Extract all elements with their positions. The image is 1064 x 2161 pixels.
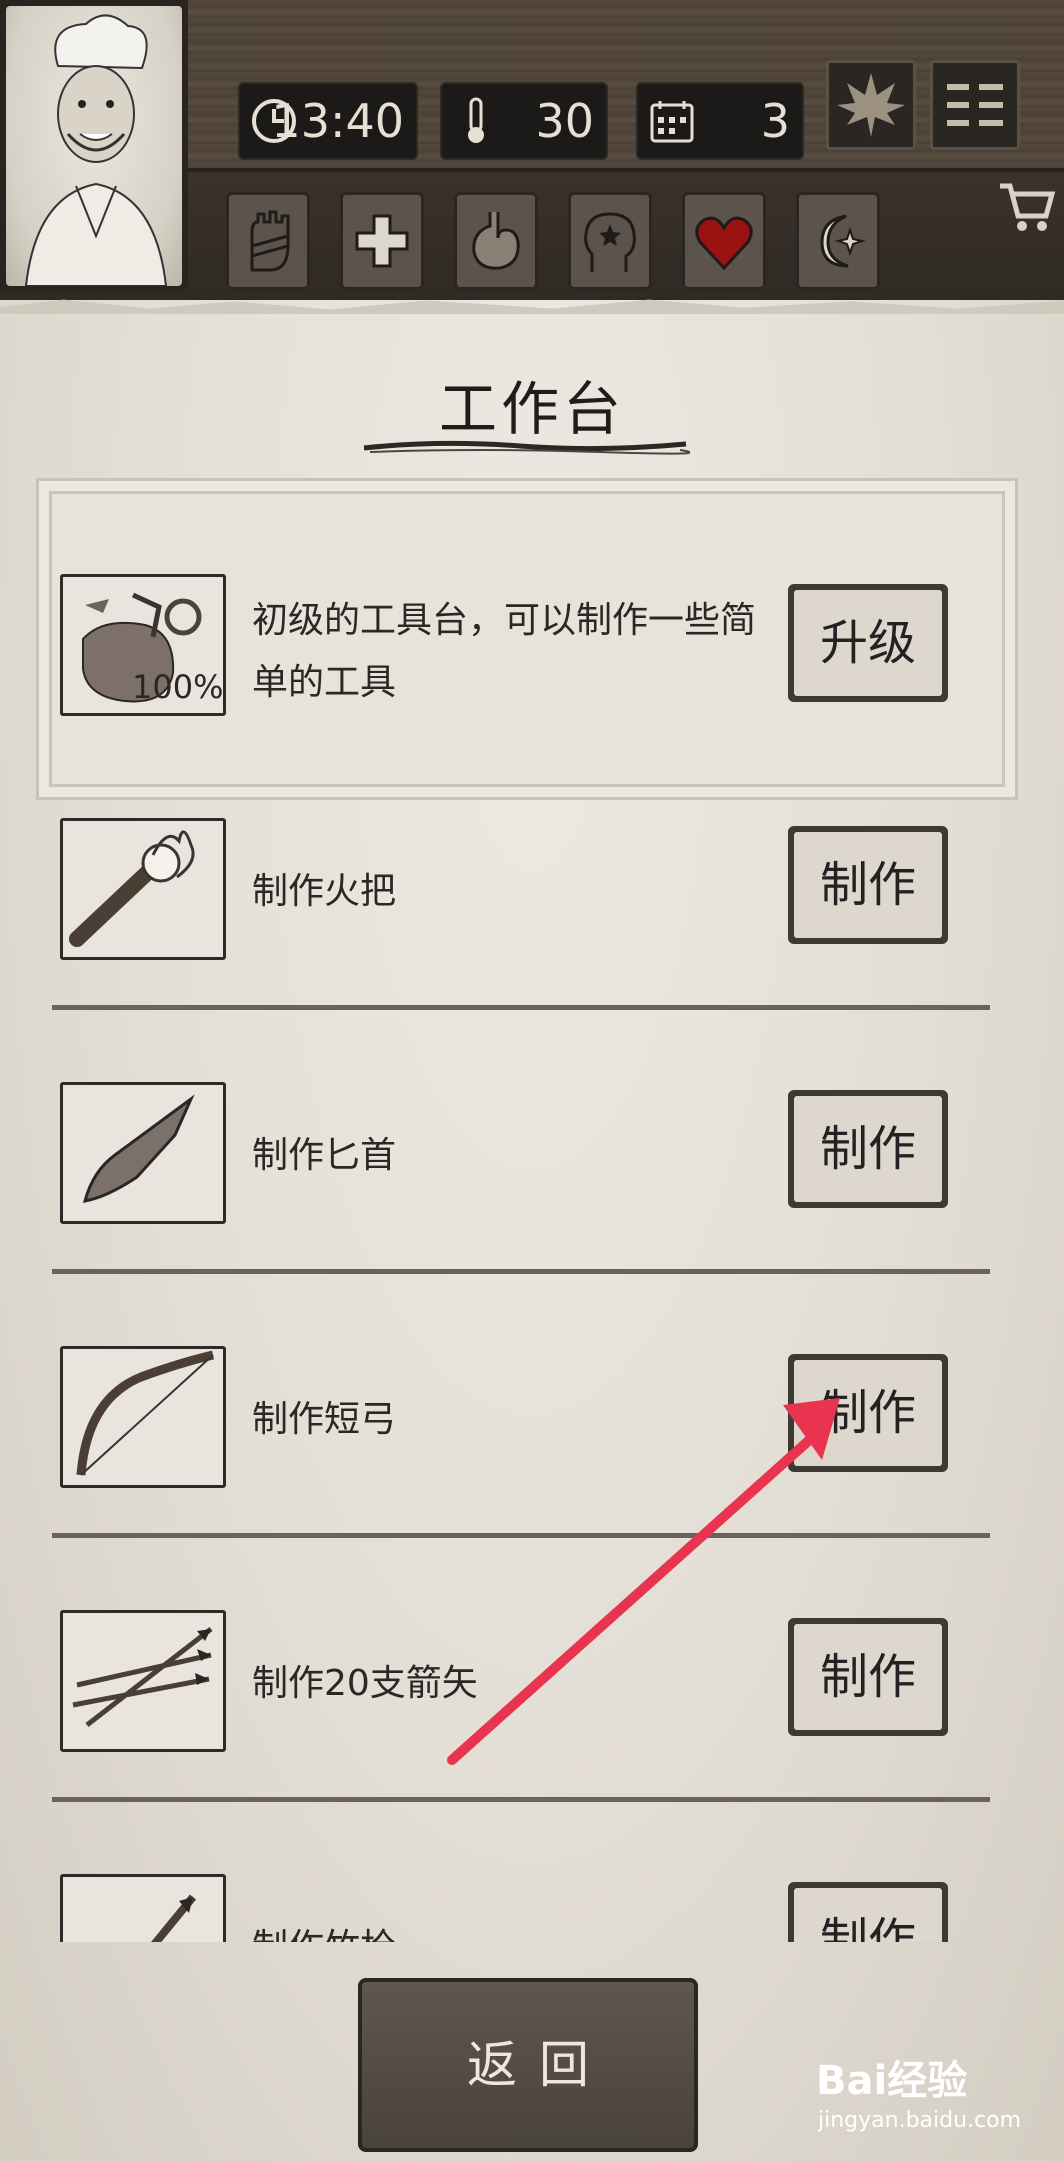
recipe-row-clip: 制作竹枪 制作 xyxy=(0,1862,1064,1942)
arrows-icon xyxy=(72,1627,213,1727)
stat-hunger-button[interactable] xyxy=(454,192,538,290)
clock-display: 13:40 xyxy=(238,82,418,160)
temperature-display: 30 xyxy=(440,82,608,160)
stat-bandage-button[interactable] xyxy=(226,192,310,290)
recipe-label-bow: 制作短弓 xyxy=(252,1399,397,1440)
watermark-brand: Bai经验 xyxy=(816,2058,968,2104)
recipe-label-arrows: 制作20支箭矢 xyxy=(252,1663,478,1704)
stomach-icon xyxy=(472,212,520,270)
recipe-label-dagger: 制作匕首 xyxy=(252,1135,397,1176)
upgrade-button-label: 升级 xyxy=(794,590,942,696)
recipe-thumbnail-torch xyxy=(60,818,226,960)
leaf-icon xyxy=(837,73,905,137)
recipe-thumbnail-dagger xyxy=(60,1082,226,1224)
stat-heart-button[interactable] xyxy=(682,192,766,290)
upgrade-button[interactable]: 升级 xyxy=(788,584,948,702)
row-divider xyxy=(52,1269,990,1274)
bamboo-spear-icon xyxy=(151,1894,197,1942)
avatar[interactable] xyxy=(6,6,182,287)
leaf-button[interactable] xyxy=(826,60,916,150)
craft-button-torch[interactable]: 制作 xyxy=(788,826,948,944)
row-divider xyxy=(52,1533,990,1538)
time-value: 13:40 xyxy=(271,94,404,148)
workbench-description: 初级的工具台，可以制作一些简单的工具 xyxy=(252,600,757,703)
recipe-thumbnail-spear xyxy=(60,1874,226,1942)
craft-button-label: 制作 xyxy=(794,1360,942,1466)
watermark-url: jingyan.baidu.com xyxy=(818,2108,1022,2133)
stat-sleep-button[interactable] xyxy=(796,192,880,290)
menu-list-icon xyxy=(947,84,1003,126)
avatar-frame[interactable] xyxy=(0,0,188,292)
recipe-thumbnail-arrows xyxy=(60,1610,226,1752)
recipe-label-spear: 制作竹枪 xyxy=(252,1918,396,1942)
day-value: 3 xyxy=(760,94,790,148)
day-display: 3 xyxy=(636,82,804,160)
calendar-icon xyxy=(650,101,694,143)
back-button[interactable]: 返回 xyxy=(358,1978,698,2152)
back-button-label: 返回 xyxy=(467,2036,611,2094)
recipe-label-torch: 制作火把 xyxy=(252,871,397,912)
stone-dagger-icon xyxy=(82,1094,195,1203)
baidu-watermark: Bai经验 jingyan.baidu.com xyxy=(816,2048,1046,2148)
craft-button-label: 制作 xyxy=(794,1624,942,1730)
sleep-moon-icon xyxy=(820,214,866,268)
row-divider xyxy=(52,1797,990,1802)
menu-button[interactable] xyxy=(930,60,1020,150)
craft-button-label: 制作 xyxy=(794,832,942,938)
title-underline xyxy=(363,440,690,455)
row-divider xyxy=(52,1005,990,1010)
craft-button-dagger[interactable]: 制作 xyxy=(788,1090,948,1208)
heart-icon xyxy=(695,216,753,271)
temperature-value: 30 xyxy=(535,94,594,148)
thermometer-icon xyxy=(468,97,484,143)
mind-icon xyxy=(584,212,636,272)
health-cross-icon xyxy=(355,214,409,268)
craft-button-bow[interactable]: 制作 xyxy=(788,1354,948,1472)
upgrade-progress-text: 100% xyxy=(132,668,224,706)
short-bow-icon xyxy=(76,1350,215,1476)
craft-button-label: 制作 xyxy=(794,1888,942,1942)
page-title: 工作台 xyxy=(438,375,625,443)
craft-button-label: 制作 xyxy=(794,1096,942,1202)
torch-icon xyxy=(69,830,195,947)
shopping-cart-icon[interactable] xyxy=(996,176,1056,236)
recipe-thumbnail-bow xyxy=(60,1346,226,1488)
craft-button-arrows[interactable]: 制作 xyxy=(788,1618,948,1736)
stat-mind-button[interactable] xyxy=(568,192,652,290)
stat-health-button[interactable] xyxy=(340,192,424,290)
bandaged-hand-icon xyxy=(250,210,290,272)
craft-button-spear[interactable]: 制作 xyxy=(788,1882,948,1942)
